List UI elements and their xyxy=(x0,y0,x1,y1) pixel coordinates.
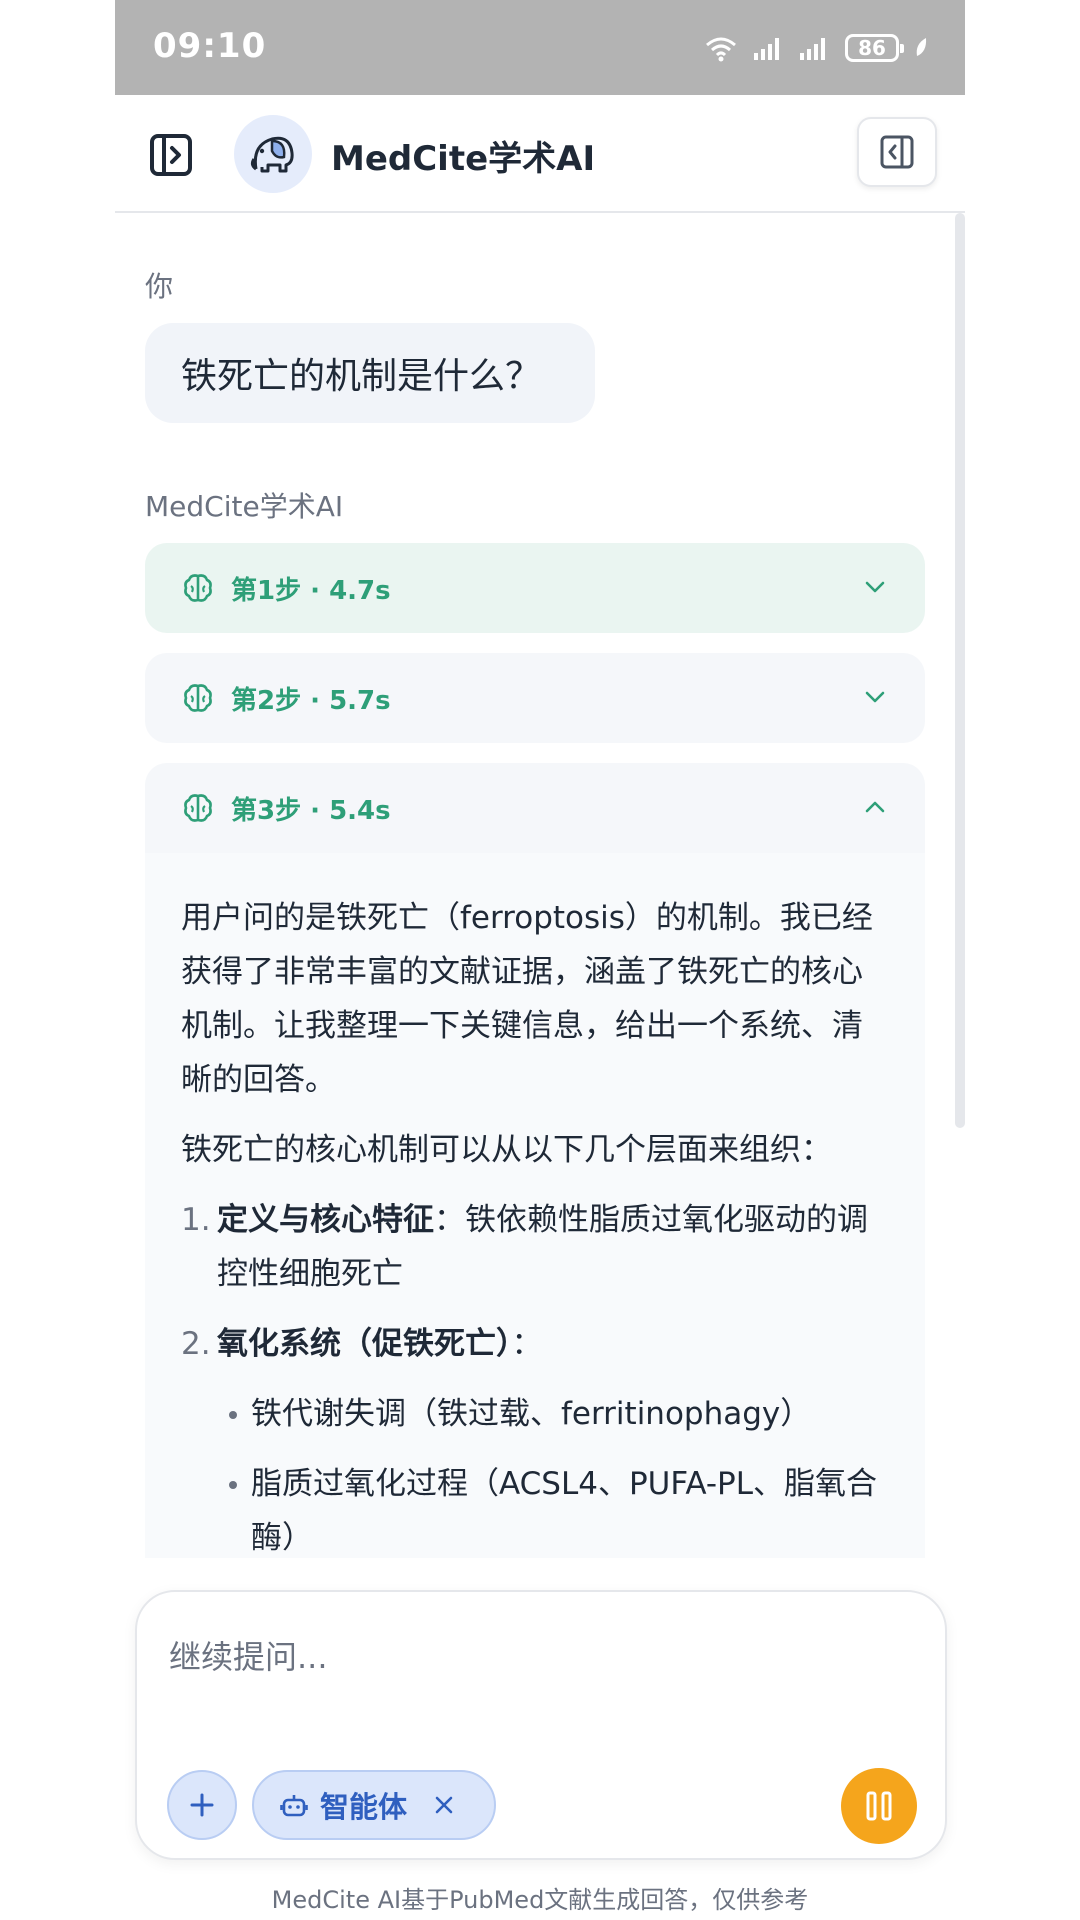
close-icon xyxy=(435,1796,453,1814)
panel-collapse-icon xyxy=(880,135,914,169)
app-screen: 09:10 86 MedCite学术AI 你 铁死亡的机制是什么？ MedCit… xyxy=(115,0,965,1920)
bullet-list-item: 铁代谢失调（铁过载、ferritinophagy） xyxy=(181,1387,885,1441)
chevron-up-icon xyxy=(865,801,885,813)
sidebar-toggle-button[interactable] xyxy=(149,133,193,177)
step-2-header[interactable]: 第2步 · 5.7s xyxy=(145,653,925,743)
message-input[interactable] xyxy=(167,1626,911,1688)
list-item-text: ： xyxy=(511,1326,543,1362)
step-1-label: 第1步 · 4.7s xyxy=(231,575,391,606)
ordered-list-item: 2. 氧化系统（促铁死亡）： xyxy=(181,1317,885,1371)
list-item-heading: 氧化系统（促铁死亡） xyxy=(217,1326,512,1362)
chat-scrollbar[interactable] xyxy=(955,213,965,1128)
user-message-text: 铁死亡的机制是什么？ xyxy=(181,356,542,397)
side-panel-button[interactable] xyxy=(857,117,937,187)
app-title: MedCite学术AI xyxy=(331,139,596,179)
ordered-list-item: 1. 定义与核心特征：铁依赖性脂质过氧化驱动的调控性细胞死亡 xyxy=(181,1193,885,1301)
list-number: 1. xyxy=(181,1202,211,1238)
agent-mode-chip[interactable]: 智能体 xyxy=(252,1770,496,1840)
step-3-header[interactable]: 第3步 · 5.4s xyxy=(145,763,925,853)
brain-icon xyxy=(184,684,212,712)
sidebar-open-icon xyxy=(150,134,192,176)
step-1-header[interactable]: 第1步 · 4.7s xyxy=(145,543,925,633)
app-header: MedCite学术AI xyxy=(115,95,965,213)
bullet-dot xyxy=(229,1481,237,1489)
wifi-icon xyxy=(703,33,739,63)
list-item-heading: 定义与核心特征 xyxy=(217,1202,434,1238)
signal-icon-1 xyxy=(753,35,785,61)
chevron-down-icon xyxy=(865,581,885,593)
right-margin xyxy=(965,0,1080,1920)
left-margin xyxy=(0,0,115,1920)
step-3-label: 第3步 · 5.4s xyxy=(231,795,391,826)
signal-icon-2 xyxy=(799,35,831,61)
agent-chip-label: 智能体 xyxy=(320,1790,408,1824)
brain-icon xyxy=(184,794,212,822)
app-avatar xyxy=(234,115,312,193)
pause-generation-button[interactable] xyxy=(841,1768,917,1844)
chevron-down-icon xyxy=(865,691,885,703)
thinking-paragraph-2: 铁死亡的核心机制可以从以下几个层面来组织： xyxy=(181,1132,832,1168)
user-message-bubble: 铁死亡的机制是什么？ xyxy=(145,323,595,423)
elephant-logo-icon xyxy=(250,136,294,173)
remove-agent-button[interactable] xyxy=(433,1794,455,1816)
step-2-label: 第2步 · 5.7s xyxy=(231,685,391,716)
message-composer: 智能体 xyxy=(135,1590,947,1860)
bullet-text: 脂质过氧化过程（ACSL4、PUFA-PL、脂氧合酶） xyxy=(251,1466,878,1556)
pause-icon xyxy=(866,1791,892,1821)
brain-icon xyxy=(184,574,212,602)
status-bar: 09:10 86 xyxy=(115,0,965,95)
plus-icon xyxy=(190,1793,214,1817)
disclaimer-text: MedCite AI基于PubMed文献生成回答，仅供参考 xyxy=(271,1886,809,1914)
status-icons: 86 xyxy=(703,28,929,68)
thinking-paragraph-1: 用户问的是铁死亡（ferroptosis）的机制。我已经获得了非常丰富的文献证据… xyxy=(181,900,873,1098)
list-number: 2. xyxy=(181,1326,211,1362)
status-time: 09:10 xyxy=(153,26,267,66)
battery-indicator: 86 xyxy=(845,34,904,62)
bullet-dot xyxy=(229,1411,237,1419)
add-attachment-button[interactable] xyxy=(167,1770,237,1840)
bullet-text: 铁代谢失调（铁过载、ferritinophagy） xyxy=(251,1396,812,1432)
assistant-sender-label: MedCite学术AI xyxy=(145,490,344,523)
chat-area[interactable]: 你 铁死亡的机制是什么？ MedCite学术AI 第1步 · 4.7s 第2步 … xyxy=(115,213,965,1558)
bullet-list-item: 脂质过氧化过程（ACSL4、PUFA-PL、脂氧合酶） xyxy=(181,1457,885,1558)
step-3-content: 用户问的是铁死亡（ferroptosis）的机制。我已经获得了非常丰富的文献证据… xyxy=(145,853,925,1558)
leaf-icon xyxy=(913,36,929,60)
user-sender-label: 你 xyxy=(145,270,174,303)
robot-icon xyxy=(280,1795,308,1817)
